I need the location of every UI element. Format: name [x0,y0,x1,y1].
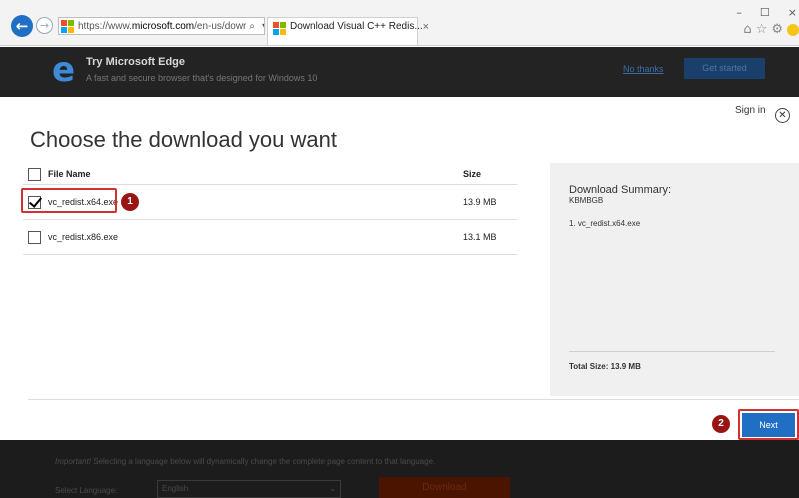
summary-title: Download Summary: [569,184,672,196]
tab-close-icon[interactable]: × [423,21,429,33]
file-name: vc_redist.x86.exe [48,232,119,242]
column-header-file-name: File Name [48,169,91,179]
favorites-star-icon[interactable]: ☆ [756,22,768,37]
select-all-checkbox[interactable] [28,167,41,181]
microsoft-logo-icon [61,19,74,33]
forward-button[interactable]: → [36,17,53,34]
url-text: https://www.microsoft.com/en-us/dowr [78,20,247,32]
highlight-box-x64 [21,188,117,213]
background-page: Important! Selecting a language below wi… [0,440,799,498]
tab-download-visual-cpp[interactable]: Download Visual C++ Redis... × [267,17,429,45]
summary-item: 1. vc_redist.x64.exe [569,219,641,228]
edge-banner-title: Try Microsoft Edge [86,56,186,68]
address-bar[interactable]: https://www.microsoft.com/en-us/dowr ⌕ ▾… [58,17,265,35]
window-controls: – ☐ × [736,6,799,19]
callout-badge-1: 1 [121,193,139,211]
language-note-text: Selecting a language below will dynamica… [91,457,436,466]
no-thanks-link[interactable]: No thanks [623,64,664,74]
language-select[interactable]: English ⌄ [157,480,341,498]
download-button[interactable]: Download [379,477,510,498]
select-language-label: Select Language: [55,486,118,495]
maximize-button[interactable]: ☐ [760,6,770,19]
settings-gear-icon[interactable]: ⚙ [771,22,783,37]
address-bar-icons[interactable]: ⌕ ▾ 🔒 ↻ [249,21,264,32]
edge-promo-banner: e Try Microsoft Edge A fast and secure b… [0,47,799,97]
dialog-heading: Choose the download you want [30,127,337,152]
summary-divider [569,351,775,352]
sign-in-link[interactable]: Sign in [735,105,766,116]
summary-total-size: Total Size: 13.9 MB [569,362,641,371]
table-row[interactable]: vc_redist.x86.exe 13.1 MB [23,220,517,255]
microsoft-favicon-icon [273,22,286,35]
browser-tool-icons: ⌂ ☆ ⚙ [743,22,799,37]
file-checkbox-x86[interactable] [28,230,41,244]
download-dialog: Sign in ✕ Choose the download you want F… [0,97,799,440]
language-note: Important! Selecting a language below wi… [55,457,435,466]
file-size: 13.1 MB [463,232,497,242]
back-button[interactable]: ← [11,15,33,37]
edge-banner-subtitle: A fast and secure browser that's designe… [86,73,318,83]
file-size: 13.9 MB [463,197,497,207]
summary-code: KBMBGB [569,196,604,205]
footer-divider [28,399,799,400]
important-label: Important! [55,457,92,466]
home-icon[interactable]: ⌂ [743,22,751,37]
highlight-box-next [738,409,799,440]
download-summary-panel: Download Summary: KBMBGB 1. vc_redist.x6… [550,163,799,396]
edge-logo-icon: e [52,50,76,90]
language-select-value: English [162,484,189,493]
feedback-smiley-icon[interactable] [787,24,799,36]
get-started-button[interactable]: Get started [684,58,765,79]
callout-badge-2: 2 [712,415,730,433]
table-header: File Name Size [23,164,517,185]
dialog-close-icon[interactable]: ✕ [775,108,790,123]
browser-toolbar: ← → https://www.microsoft.com/en-us/dowr… [0,0,799,46]
chevron-down-icon: ⌄ [329,484,336,493]
tab-title: Download Visual C++ Redis... [290,21,423,32]
column-header-size: Size [463,169,482,179]
window-close-button[interactable]: × [788,6,797,19]
screen: ← → https://www.microsoft.com/en-us/dowr… [0,0,799,498]
minimize-button[interactable]: – [736,6,742,19]
